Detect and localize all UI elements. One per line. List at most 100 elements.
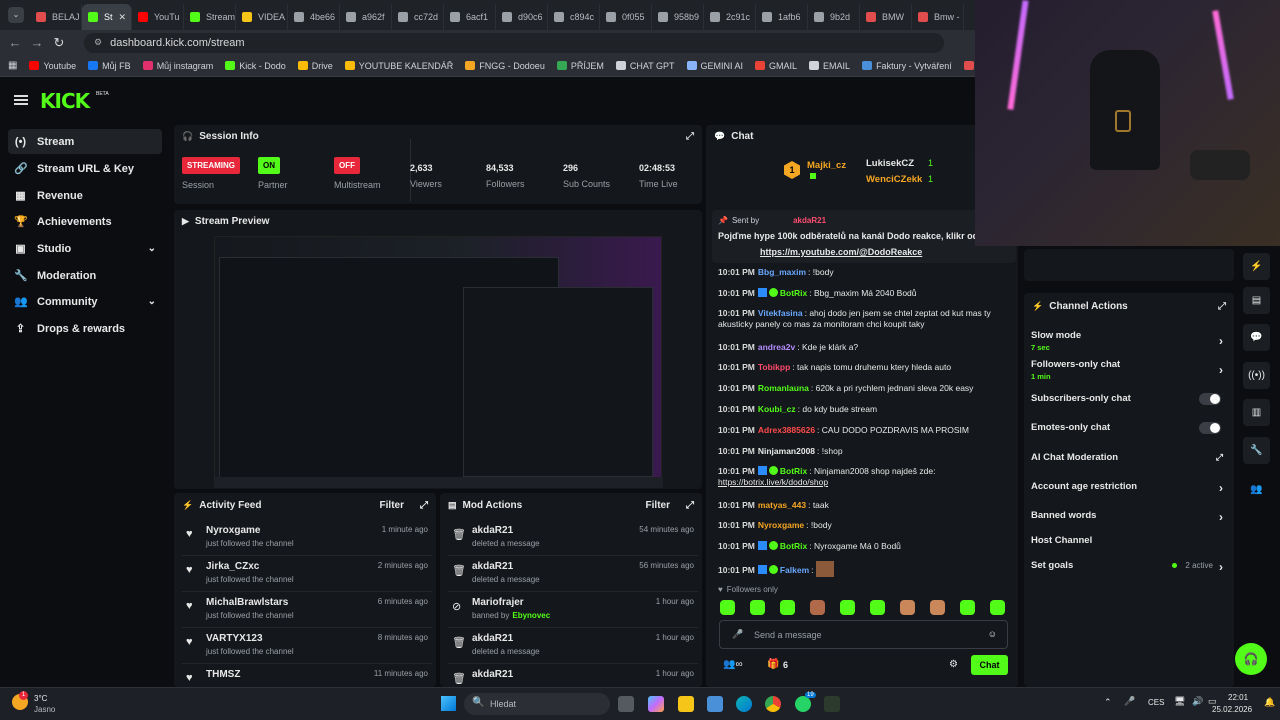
toggle-switch[interactable] [1199, 393, 1221, 405]
activity-username[interactable]: Jirka_CZxc [206, 561, 259, 572]
channel-action-followers-only-chat[interactable]: Followers-only chat 1 min › [1031, 359, 1227, 381]
chat-username[interactable]: matyas_443 [758, 500, 806, 510]
chrome-icon[interactable] [765, 696, 781, 712]
browser-tab[interactable]: BMW [860, 4, 912, 30]
emote-icon[interactable] [960, 600, 975, 615]
chat-username[interactable]: Falkem [780, 565, 809, 575]
browser-tab[interactable]: 1afb6 [756, 4, 808, 30]
bookmark-item[interactable]: GMAIL [755, 61, 797, 71]
top-gifter-1[interactable]: Majki_cz [807, 160, 846, 171]
chevron-down-icon[interactable]: ⌄ [148, 296, 156, 307]
emote-icon[interactable] [780, 600, 795, 615]
bookmark-item[interactable]: Kick - Dodo [225, 61, 286, 71]
chat-message[interactable]: 10:01 PM Adrex3885626: CAU DODO POZDRAVIS… [718, 425, 1008, 436]
channel-action-account-age-restriction[interactable]: Account age restriction › [1031, 481, 1227, 495]
sidebar-item-community[interactable]: 👥 Community ⌄ [8, 289, 162, 314]
browser-tab[interactable]: St ✕ [82, 4, 132, 30]
moderator-name[interactable]: Ebynovec [512, 611, 550, 620]
site-info-icon[interactable]: ⚙ [94, 37, 102, 48]
browser-tab[interactable]: c894c [548, 4, 600, 30]
channel-action-subscribers-only-chat[interactable]: Subscribers-only chat [1031, 393, 1227, 405]
chat-username[interactable]: Bbg_maxim [758, 267, 806, 277]
chevron-right-icon[interactable]: › [1219, 481, 1223, 495]
browser-tab[interactable]: YouTu [132, 4, 184, 30]
tray-chevron-icon[interactable]: ⌃ [1104, 697, 1112, 708]
browser-tab[interactable]: cc72d [392, 4, 444, 30]
chat-message[interactable]: 10:01 PM Bbg_maxim: !body [718, 267, 1008, 278]
mic-tray-icon[interactable]: 🎤 [1124, 696, 1135, 707]
browser-tab[interactable]: 9b2d [808, 4, 860, 30]
chat-username[interactable]: BotRix [780, 466, 807, 476]
chat-message[interactable]: 10:01 PM matyas_443: taak [718, 500, 1008, 511]
activity-row[interactable]: ♥ MichalBrawlstars just followed the chann… [182, 593, 432, 628]
users-icon[interactable]: 👥 [1243, 476, 1270, 503]
clock-date[interactable]: 25.02.2026 [1212, 705, 1252, 714]
chevron-right-icon[interactable]: › [1219, 510, 1223, 524]
bookmark-item[interactable]: FNGG - Dodoeu [465, 61, 545, 71]
browser-tab[interactable]: 4be66 [288, 4, 340, 30]
chevron-down-icon[interactable]: ⌄ [148, 243, 156, 254]
emote-icon[interactable] [810, 600, 825, 615]
layers-icon[interactable]: ▥ [1243, 399, 1270, 426]
chat-username[interactable]: BotRix [780, 288, 807, 298]
activity-row[interactable]: ♥ VARTYX123 just followed the channel 8 min… [182, 629, 432, 664]
chat-username[interactable]: BotRix [780, 541, 807, 551]
chat-message[interactable]: 10:01 PM BotRix: Nyroxgame Má 0 Bodů [718, 541, 1008, 552]
emote-icon[interactable] [840, 600, 855, 615]
apps-icon[interactable]: ▦ [8, 60, 17, 71]
bolt-icon[interactable]: ⚡ [1243, 253, 1270, 280]
chat-username[interactable]: andrea2v [758, 342, 795, 352]
sidebar-item-moderation[interactable]: 🔧 Moderation [8, 263, 162, 288]
reload-icon[interactable]: ↻ [48, 35, 70, 51]
channel-action-set-goals[interactable]: Set goals 2 active › [1031, 560, 1227, 574]
chat-message[interactable]: 10:01 PM BotRix: Bbg_maxim Má 2040 Bodů [718, 288, 1008, 299]
activity-username[interactable]: Nyroxgame [206, 525, 260, 536]
wrench-icon[interactable]: 🔧 [1243, 437, 1270, 464]
broadcast-icon[interactable]: ((•)) [1243, 362, 1270, 389]
file-explorer-icon[interactable] [678, 696, 694, 712]
kick-logo[interactable]: KICK [40, 89, 90, 113]
activity-username[interactable]: MichalBrawlstars [206, 597, 288, 608]
bookmark-item[interactable]: CHAT GPT [615, 61, 675, 71]
activity-username[interactable]: THMSZ [206, 669, 240, 680]
chat-username[interactable]: Romanlauna [758, 383, 809, 393]
terminal-icon[interactable] [824, 696, 840, 712]
chat-username[interactable]: Ninjaman2008 [758, 446, 815, 456]
activity-username[interactable]: VARTYX123 [206, 633, 263, 644]
mod-action-row[interactable]: 🗑 akdaR21 deleted a message 1 hour ago [448, 629, 698, 664]
chevron-right-icon[interactable]: › [1219, 334, 1223, 348]
chat-username[interactable]: Adrex3885626 [758, 425, 815, 435]
mod-target-username[interactable]: akdaR21 [472, 633, 513, 644]
browser-tab[interactable]: d90c6 [496, 4, 548, 30]
settings-app-icon[interactable] [707, 696, 723, 712]
copilot-icon[interactable] [648, 696, 664, 712]
chat-message[interactable]: 10:01 PM Nyroxgame: !body [718, 520, 1008, 531]
browser-tab[interactable]: 6acf1 [444, 4, 496, 30]
back-icon[interactable]: ← [4, 35, 26, 50]
pinned-link[interactable]: https://m.youtube.com/@DodoReakce [760, 247, 922, 257]
browser-tab[interactable]: Bmw - [912, 4, 964, 30]
browser-tab[interactable]: 2c91c [704, 4, 756, 30]
channel-action-slow-mode[interactable]: Slow mode 7 sec › [1031, 330, 1227, 352]
sidebar-item-achievements[interactable]: 🏆 Achievements [8, 209, 162, 234]
expand-icon[interactable]: ⤢ [686, 500, 694, 511]
activity-row[interactable]: ♥ Jirka_CZxc just followed the channel 2 mi… [182, 557, 432, 592]
mod-action-row[interactable]: ⊘ Mariofrajer banned by Ebynovec 1 hour ago [448, 593, 698, 628]
channel-action-banned-words[interactable]: Banned words › [1031, 510, 1227, 524]
channel-action-host-channel[interactable]: Host Channel [1031, 535, 1227, 546]
activity-filter-button[interactable]: Filter [380, 500, 404, 511]
emote-icon[interactable] [750, 600, 765, 615]
chat-username[interactable]: Koubi_cz [758, 404, 796, 414]
chat-settings-icon[interactable]: ⚙ [949, 659, 958, 670]
chat-message[interactable]: 10:01 PM Koubi_cz: do kdy bude stream [718, 404, 1008, 415]
toggle-switch[interactable] [1199, 422, 1221, 434]
mod-target-username[interactable]: Mariofrajer [472, 597, 524, 608]
chat-message[interactable]: 10:01 PM Falkem: [718, 561, 1008, 577]
chat-input[interactable]: 🎤 Send a message ☺ [719, 620, 1008, 649]
chat-message[interactable]: 10:01 PM andrea2v: Kde je klárk a? [718, 342, 1008, 353]
mod-target-username[interactable]: akdaR21 [472, 525, 513, 536]
activity-row[interactable]: ♥ Nyroxgame just followed the channel 1 min… [182, 521, 432, 556]
network-icon[interactable]: 🖥 [1174, 696, 1185, 707]
sidebar-item-revenue[interactable]: ▦ Revenue [8, 183, 162, 208]
pinned-author[interactable]: akdaR21 [793, 216, 826, 225]
